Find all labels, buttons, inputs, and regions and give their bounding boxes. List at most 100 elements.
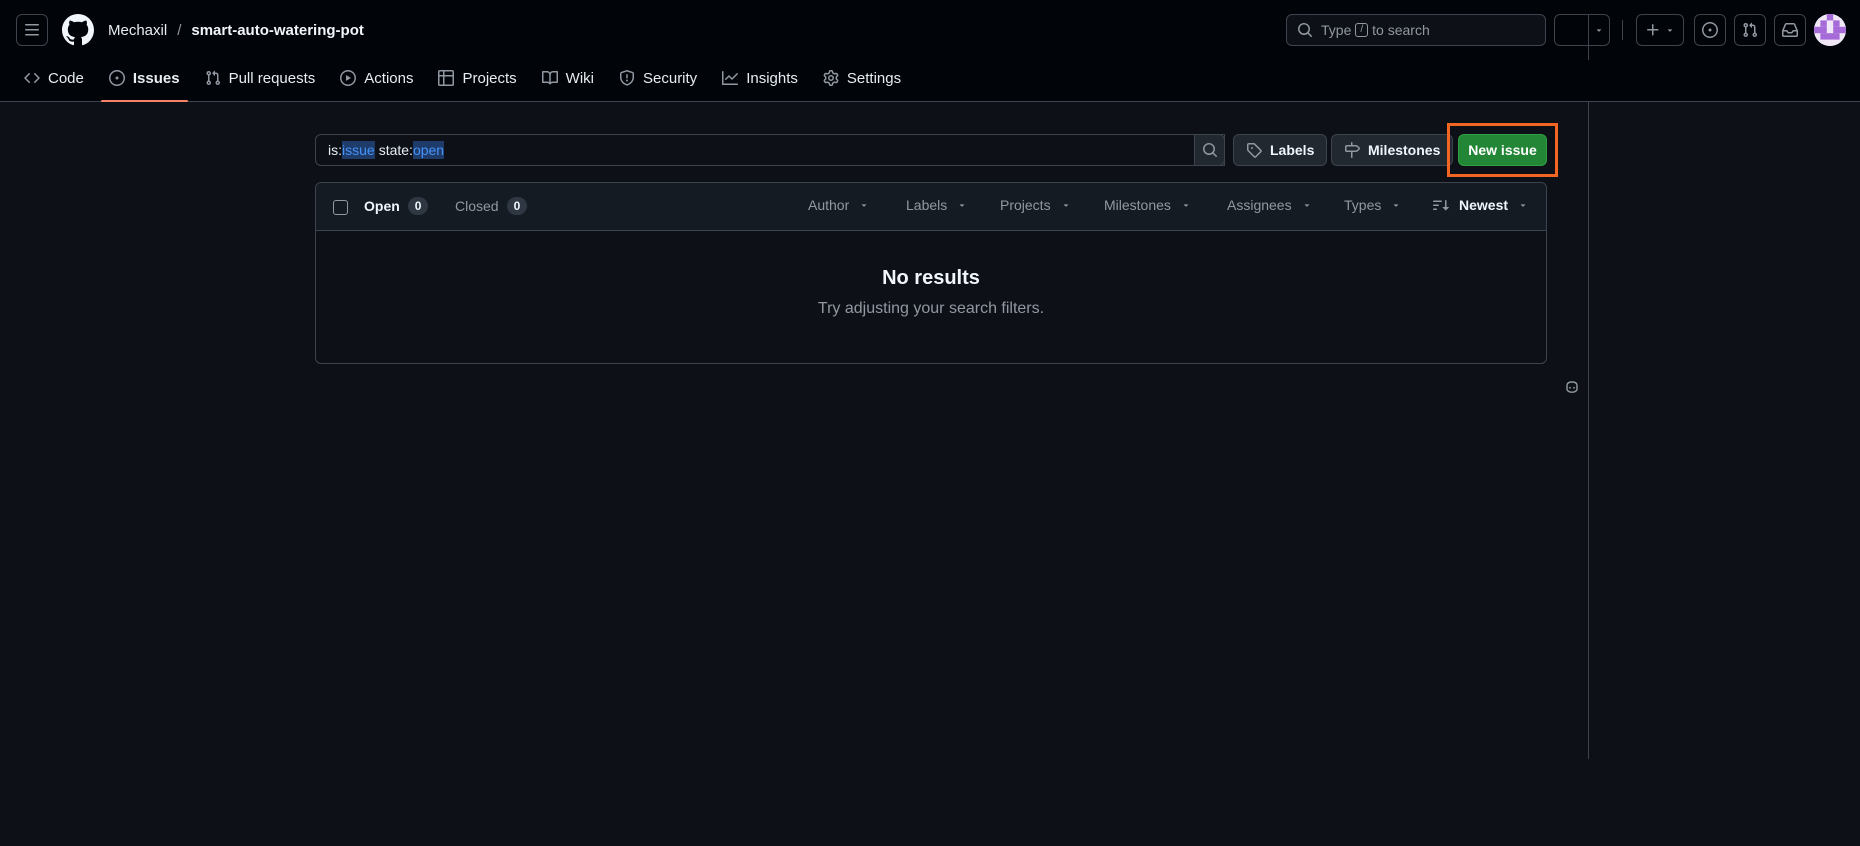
open-label: Open bbox=[364, 198, 400, 214]
shield-icon bbox=[620, 70, 634, 86]
repo-nav: Code Issues Pull requests Actions Projec… bbox=[0, 60, 1860, 102]
empty-state-subtitle: Try adjusting your search filters. bbox=[817, 300, 1045, 317]
milestones-button[interactable]: Milestones bbox=[1331, 134, 1454, 166]
header-divider bbox=[1622, 20, 1623, 40]
create-new-button[interactable] bbox=[1636, 14, 1684, 46]
labels-button-label: Labels bbox=[1270, 142, 1315, 158]
avatar[interactable] bbox=[1814, 14, 1846, 46]
milestone-icon bbox=[1345, 142, 1360, 158]
labels-button[interactable]: Labels bbox=[1233, 134, 1328, 166]
copilot-dropdown-button[interactable] bbox=[1589, 15, 1609, 45]
git-pull-request-icon bbox=[206, 70, 220, 86]
triangle-down-icon bbox=[1667, 29, 1673, 32]
tab-code-label: Code bbox=[48, 69, 84, 87]
git-pull-request-icon bbox=[1743, 22, 1758, 38]
owner-link[interactable]: Mechaxil bbox=[108, 22, 167, 39]
triangle-down-icon bbox=[861, 204, 867, 207]
tab-code[interactable]: Code bbox=[16, 60, 92, 96]
tab-issues-label: Issues bbox=[132, 69, 180, 87]
copilot-button-group bbox=[1554, 14, 1610, 759]
hamburger-icon bbox=[25, 24, 39, 36]
tab-insights-label: Insights bbox=[746, 69, 798, 87]
tab-settings-label: Settings bbox=[846, 69, 902, 87]
triangle-down-icon bbox=[1394, 204, 1399, 207]
triangle-down-icon bbox=[1304, 204, 1309, 207]
sort-button[interactable]: Newest bbox=[1433, 197, 1528, 213]
triangle-down-icon bbox=[1596, 29, 1602, 32]
new-issue-button[interactable]: New issue bbox=[1458, 134, 1547, 166]
tab-issues[interactable]: Issues bbox=[100, 60, 188, 102]
play-icon bbox=[340, 70, 357, 86]
closed-issues-link[interactable]: Closed 0 bbox=[455, 197, 528, 215]
empty-state-title: No results bbox=[882, 267, 980, 289]
sort-label: Newest bbox=[1459, 197, 1509, 213]
open-issues-link[interactable]: Open 0 bbox=[364, 197, 429, 215]
labels-filter-button[interactable]: Labels bbox=[906, 197, 967, 213]
breadcrumb: Mechaxil / smart-auto-watering-pot bbox=[108, 22, 364, 39]
book-icon bbox=[541, 70, 558, 85]
tab-wiki[interactable]: Wiki bbox=[534, 60, 602, 96]
tab-security-label: Security bbox=[643, 69, 698, 87]
empty-state: No results Try adjusting your search fil… bbox=[316, 231, 1546, 318]
select-all-checkbox[interactable] bbox=[333, 200, 348, 215]
tab-insights[interactable]: Insights bbox=[714, 60, 806, 96]
sort-desc-icon bbox=[1433, 200, 1449, 211]
graph-icon bbox=[722, 71, 739, 85]
types-filter-button[interactable]: Types bbox=[1344, 197, 1401, 213]
tab-security[interactable]: Security bbox=[611, 60, 705, 96]
projects-filter-button[interactable]: Projects bbox=[1000, 197, 1071, 213]
assignees-filter-label: Assignees bbox=[1227, 197, 1292, 213]
filter-qualifier-state: state: bbox=[378, 142, 413, 158]
assignees-filter-button[interactable]: Assignees bbox=[1227, 197, 1312, 213]
search-icon bbox=[1202, 143, 1217, 157]
milestones-filter-button[interactable]: Milestones bbox=[1104, 197, 1191, 213]
milestones-filter-label: Milestones bbox=[1104, 197, 1171, 213]
issue-opened-icon bbox=[1702, 22, 1718, 38]
triangle-down-icon bbox=[1520, 204, 1526, 207]
inbox-icon bbox=[1782, 23, 1798, 37]
tab-actions-label: Actions bbox=[364, 69, 414, 87]
types-filter-label: Types bbox=[1344, 197, 1382, 213]
search-placeholder-suffix: to search bbox=[1372, 22, 1430, 38]
repo-link[interactable]: smart-auto-watering-pot bbox=[191, 22, 364, 39]
filter-qualifier-is: is: bbox=[328, 142, 342, 158]
code-icon bbox=[24, 72, 40, 84]
milestones-button-label: Milestones bbox=[1368, 142, 1441, 158]
projects-filter-label: Projects bbox=[1000, 197, 1051, 213]
global-header: Mechaxil / smart-auto-watering-pot Type … bbox=[0, 0, 1860, 759]
identicon-icon bbox=[1814, 14, 1846, 46]
open-count-badge: 0 bbox=[407, 197, 429, 215]
closed-label: Closed bbox=[455, 198, 499, 214]
author-filter-button[interactable]: Author bbox=[808, 197, 869, 213]
plus-icon bbox=[1647, 24, 1659, 36]
menu-button[interactable] bbox=[16, 14, 48, 46]
gear-icon bbox=[823, 70, 839, 86]
tab-projects[interactable]: Projects bbox=[430, 60, 524, 96]
github-logo-icon[interactable] bbox=[62, 14, 94, 46]
search-shortcut-key: / bbox=[1355, 23, 1369, 37]
your-pull-requests-button[interactable] bbox=[1734, 14, 1766, 46]
issues-main: is: issue state: open Labels Milestones … bbox=[0, 102, 1860, 846]
notifications-button[interactable] bbox=[1774, 14, 1806, 46]
issues-list: Open 0 Closed 0 Author Labels Projects M… bbox=[315, 182, 1547, 364]
triangle-down-icon bbox=[1063, 204, 1068, 207]
filter-search-button[interactable] bbox=[1194, 134, 1225, 166]
tab-wiki-label: Wiki bbox=[565, 69, 594, 87]
tab-pull-requests[interactable]: Pull requests bbox=[197, 60, 324, 96]
table-icon bbox=[438, 70, 455, 86]
filter-value-open: open bbox=[412, 141, 445, 159]
tab-settings[interactable]: Settings bbox=[815, 60, 909, 96]
search-placeholder-prefix: Type bbox=[1321, 22, 1352, 38]
issues-filter-input[interactable]: is: issue state: open bbox=[315, 134, 1225, 166]
triangle-down-icon bbox=[1183, 204, 1189, 207]
tab-projects-label: Projects bbox=[462, 69, 517, 87]
breadcrumb-separator: / bbox=[177, 21, 182, 39]
closed-count-badge: 0 bbox=[506, 197, 528, 215]
your-issues-button[interactable] bbox=[1694, 14, 1726, 46]
author-filter-label: Author bbox=[808, 197, 850, 213]
issues-list-header: Open 0 Closed 0 Author Labels Projects M… bbox=[316, 183, 1546, 231]
triangle-down-icon bbox=[959, 204, 965, 207]
tab-actions[interactable]: Actions bbox=[332, 60, 421, 96]
tab-pull-requests-label: Pull requests bbox=[228, 69, 316, 87]
global-search-input[interactable]: Type / to search bbox=[1286, 14, 1546, 46]
